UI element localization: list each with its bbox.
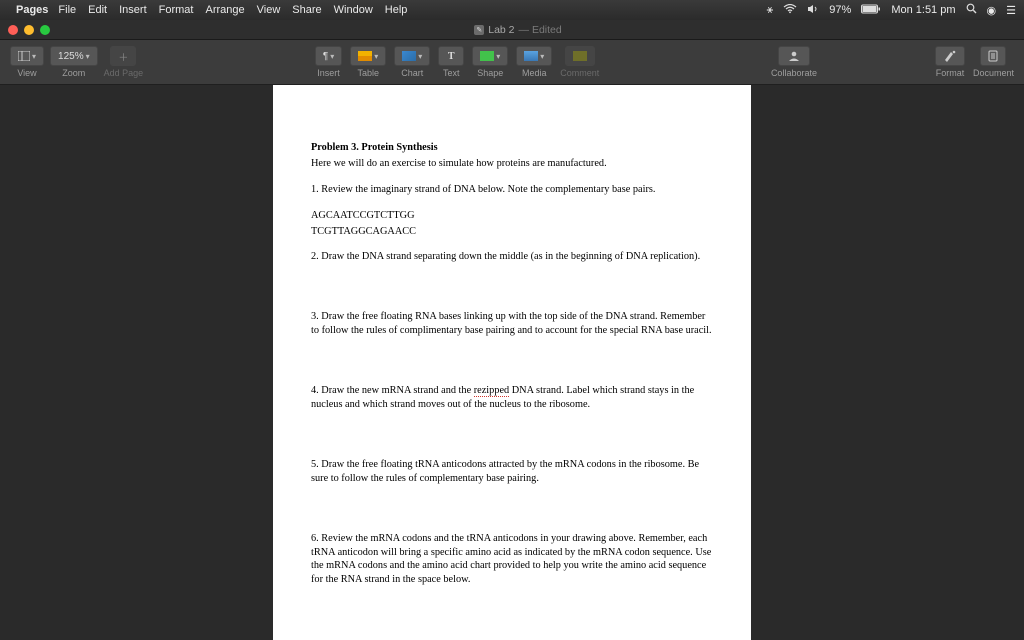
step-5[interactable]: 5. Draw the free floating tRNA anticodon… bbox=[311, 458, 713, 486]
text-label: Text bbox=[443, 68, 460, 78]
siri-icon[interactable]: ◉ bbox=[987, 4, 997, 17]
traffic-lights bbox=[8, 25, 50, 35]
insert-label: Insert bbox=[317, 68, 340, 78]
volume-icon[interactable] bbox=[807, 4, 819, 17]
menu-format[interactable]: Format bbox=[159, 4, 194, 16]
close-button[interactable] bbox=[8, 25, 18, 35]
document-icon: ✎ bbox=[474, 25, 484, 35]
fullscreen-button[interactable] bbox=[40, 25, 50, 35]
menu-window[interactable]: Window bbox=[334, 4, 373, 16]
media-button[interactable]: ▾ bbox=[516, 46, 552, 66]
chart-label: Chart bbox=[401, 68, 423, 78]
table-label: Table bbox=[357, 68, 379, 78]
collaborate-button[interactable] bbox=[778, 46, 810, 66]
workspace[interactable]: Problem 3. Protein Synthesis Here we wil… bbox=[0, 85, 1024, 640]
step-1[interactable]: 1. Review the imaginary strand of DNA be… bbox=[311, 183, 713, 197]
step-2[interactable]: 2. Draw the DNA strand separating down t… bbox=[311, 250, 713, 264]
clock[interactable]: Mon 1:51 pm bbox=[891, 4, 955, 16]
document-title[interactable]: Lab 2 bbox=[488, 24, 514, 36]
menu-file[interactable]: File bbox=[58, 4, 76, 16]
window-titlebar: ✎ Lab 2 — Edited bbox=[0, 20, 1024, 40]
dna-strand-2[interactable]: TCGTTAGGCAGAACC bbox=[311, 225, 713, 239]
app-name[interactable]: Pages bbox=[16, 4, 48, 16]
notification-center-icon[interactable]: ☰ bbox=[1006, 4, 1016, 17]
view-button[interactable]: ▾ bbox=[10, 46, 44, 66]
shape-label: Shape bbox=[477, 68, 503, 78]
bluetooth-icon[interactable]: ⚹ bbox=[767, 4, 774, 17]
chart-button[interactable]: ▾ bbox=[394, 46, 430, 66]
step-4[interactable]: 4. Draw the new mRNA strand and the rezi… bbox=[311, 384, 713, 412]
menu-view[interactable]: View bbox=[257, 4, 281, 16]
zoom-select[interactable]: 125%▾ bbox=[50, 46, 98, 66]
format-label: Format bbox=[936, 68, 965, 78]
menu-share[interactable]: Share bbox=[292, 4, 321, 16]
minimize-button[interactable] bbox=[24, 25, 34, 35]
document-button[interactable] bbox=[980, 46, 1006, 66]
text-button[interactable]: T bbox=[438, 46, 464, 66]
battery-icon[interactable] bbox=[861, 4, 881, 17]
edited-indicator: — Edited bbox=[519, 24, 562, 36]
menubar: Pages File Edit Insert Format Arrange Vi… bbox=[0, 0, 1024, 20]
wifi-icon[interactable] bbox=[783, 4, 797, 17]
step-6[interactable]: 6. Review the mRNA codons and the tRNA a… bbox=[311, 532, 713, 588]
add-page-label: Add Page bbox=[104, 68, 144, 78]
collaborate-label: Collaborate bbox=[771, 68, 817, 78]
menu-arrange[interactable]: Arrange bbox=[205, 4, 244, 16]
battery-percent[interactable]: 97% bbox=[829, 4, 851, 16]
misspelled-word[interactable]: rezipped bbox=[474, 385, 509, 397]
step-4a: 4. Draw the new mRNA strand and the bbox=[311, 385, 474, 396]
document-label: Document bbox=[973, 68, 1014, 78]
spotlight-icon[interactable] bbox=[966, 3, 977, 17]
document-page[interactable]: Problem 3. Protein Synthesis Here we wil… bbox=[273, 85, 751, 640]
view-label: View bbox=[17, 68, 36, 78]
media-label: Media bbox=[522, 68, 547, 78]
add-page-button[interactable]: ＋ bbox=[110, 46, 136, 66]
menu-insert[interactable]: Insert bbox=[119, 4, 147, 16]
zoom-value: 125% bbox=[58, 51, 84, 62]
format-button[interactable] bbox=[935, 46, 965, 66]
zoom-label: Zoom bbox=[62, 68, 85, 78]
comment-label: Comment bbox=[560, 68, 599, 78]
menu-edit[interactable]: Edit bbox=[88, 4, 107, 16]
shape-button[interactable]: ▾ bbox=[472, 46, 508, 66]
comment-button[interactable] bbox=[565, 46, 595, 66]
step-3[interactable]: 3. Draw the free floating RNA bases link… bbox=[311, 310, 713, 338]
menu-help[interactable]: Help bbox=[385, 4, 408, 16]
insert-button[interactable]: ¶▾ bbox=[315, 46, 342, 66]
problem-title[interactable]: Problem 3. Protein Synthesis bbox=[311, 141, 713, 155]
table-button[interactable]: ▾ bbox=[350, 46, 386, 66]
toolbar: ▾ View 125%▾ Zoom ＋ Add Page ¶▾ Insert ▾… bbox=[0, 40, 1024, 85]
dna-strand-1[interactable]: AGCAATCCGTCTTGG bbox=[311, 209, 713, 223]
intro-text[interactable]: Here we will do an exercise to simulate … bbox=[311, 157, 713, 171]
